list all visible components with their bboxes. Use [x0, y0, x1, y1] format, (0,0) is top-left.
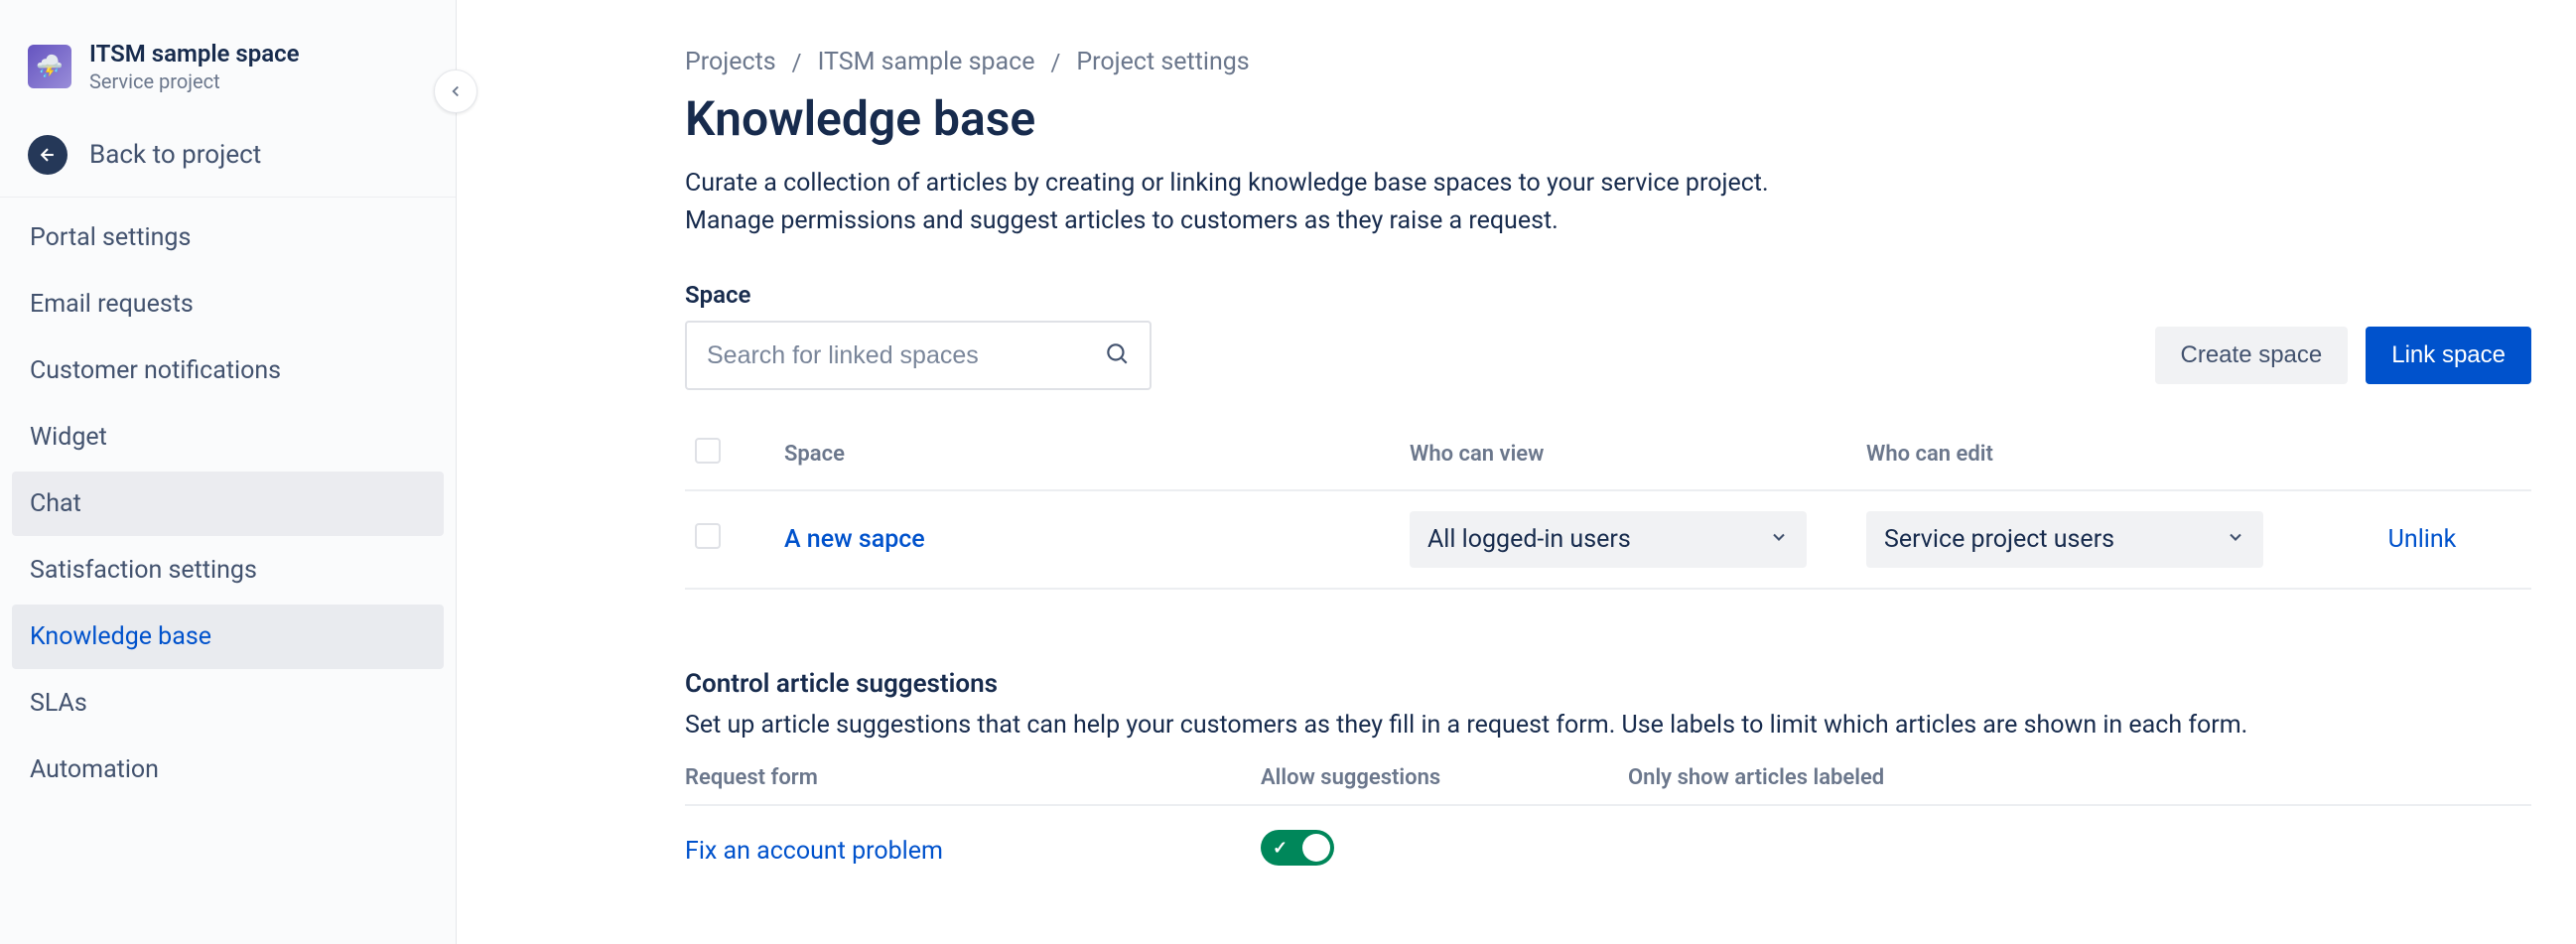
page-title: Knowledge base — [685, 90, 2531, 147]
breadcrumb: Projects / ITSM sample space / Project s… — [685, 48, 2531, 76]
settings-nav: Portal settings Email requests Customer … — [0, 198, 456, 810]
unlink-button[interactable]: Unlink — [2388, 525, 2457, 554]
suggestion-row: Fix an account problem ✓ — [685, 806, 2531, 873]
project-header: ⛈️ ITSM sample space Service project — [0, 40, 456, 119]
spaces-table: Space Who can view Who can edit A new sa… — [685, 418, 2531, 590]
who-can-view-dropdown[interactable]: All logged-in users — [1410, 511, 1807, 568]
search-icon — [1104, 340, 1130, 370]
who-can-edit-dropdown[interactable]: Service project users — [1866, 511, 2263, 568]
sidebar-item-widget[interactable]: Widget — [12, 405, 444, 470]
row-checkbox[interactable] — [695, 523, 721, 549]
space-link[interactable]: A new sapce — [784, 525, 925, 554]
chevron-down-icon — [1769, 525, 1789, 554]
sidebar-item-customer-notifications[interactable]: Customer notifications — [12, 338, 444, 403]
breadcrumb-separator: / — [1051, 49, 1061, 76]
breadcrumb-project[interactable]: ITSM sample space — [818, 48, 1035, 76]
allow-suggestions-toggle[interactable]: ✓ — [1261, 830, 1334, 866]
project-title: ITSM sample space — [89, 40, 300, 67]
col-view: Who can view — [1400, 418, 1856, 490]
link-space-button[interactable]: Link space — [2366, 327, 2531, 384]
back-label: Back to project — [89, 140, 261, 170]
select-all-checkbox[interactable] — [695, 438, 721, 464]
breadcrumb-projects[interactable]: Projects — [685, 48, 776, 76]
sidebar-item-chat[interactable]: Chat — [12, 472, 444, 536]
search-linked-spaces — [685, 321, 1152, 390]
sidebar-item-slas[interactable]: SLAs — [12, 671, 444, 736]
sidebar-item-automation[interactable]: Automation — [12, 738, 444, 802]
col-space: Space — [774, 418, 1400, 490]
search-input[interactable] — [685, 321, 1152, 390]
breadcrumb-separator: / — [792, 49, 802, 76]
table-row: A new sapce All logged-in users — [685, 490, 2531, 589]
create-space-button[interactable]: Create space — [2155, 327, 2349, 384]
col-request-form: Request form — [685, 765, 1261, 790]
sidebar: ⛈️ ITSM sample space Service project Bac… — [0, 0, 457, 944]
col-edit: Who can edit — [1856, 418, 2313, 490]
project-type: Service project — [89, 69, 300, 93]
collapse-sidebar-button[interactable] — [434, 69, 477, 113]
article-suggestions-section: Control article suggestions Set up artic… — [685, 669, 2531, 873]
suggestions-title: Control article suggestions — [685, 669, 2531, 699]
back-arrow-icon — [28, 135, 68, 175]
col-allow: Allow suggestions — [1261, 765, 1628, 790]
main-content: Projects / ITSM sample space / Project s… — [457, 0, 2576, 944]
sidebar-item-portal-settings[interactable]: Portal settings — [12, 205, 444, 270]
sidebar-item-satisfaction-settings[interactable]: Satisfaction settings — [12, 538, 444, 603]
project-icon: ⛈️ — [28, 45, 71, 88]
chevron-left-icon — [447, 82, 465, 100]
chevron-down-icon — [2226, 525, 2245, 554]
page-description: Curate a collection of articles by creat… — [685, 165, 2075, 239]
sidebar-item-email-requests[interactable]: Email requests — [12, 272, 444, 337]
request-form-link[interactable]: Fix an account problem — [685, 837, 943, 866]
sidebar-item-knowledge-base[interactable]: Knowledge base — [12, 605, 444, 669]
toggle-knob — [1302, 834, 1330, 862]
back-to-project-link[interactable]: Back to project — [0, 119, 456, 198]
breadcrumb-settings[interactable]: Project settings — [1076, 48, 1249, 76]
check-icon: ✓ — [1273, 838, 1288, 859]
space-label: Space — [685, 281, 2531, 309]
suggestions-description: Set up article suggestions that can help… — [685, 711, 2531, 740]
col-labeled: Only show articles labeled — [1628, 765, 2531, 790]
